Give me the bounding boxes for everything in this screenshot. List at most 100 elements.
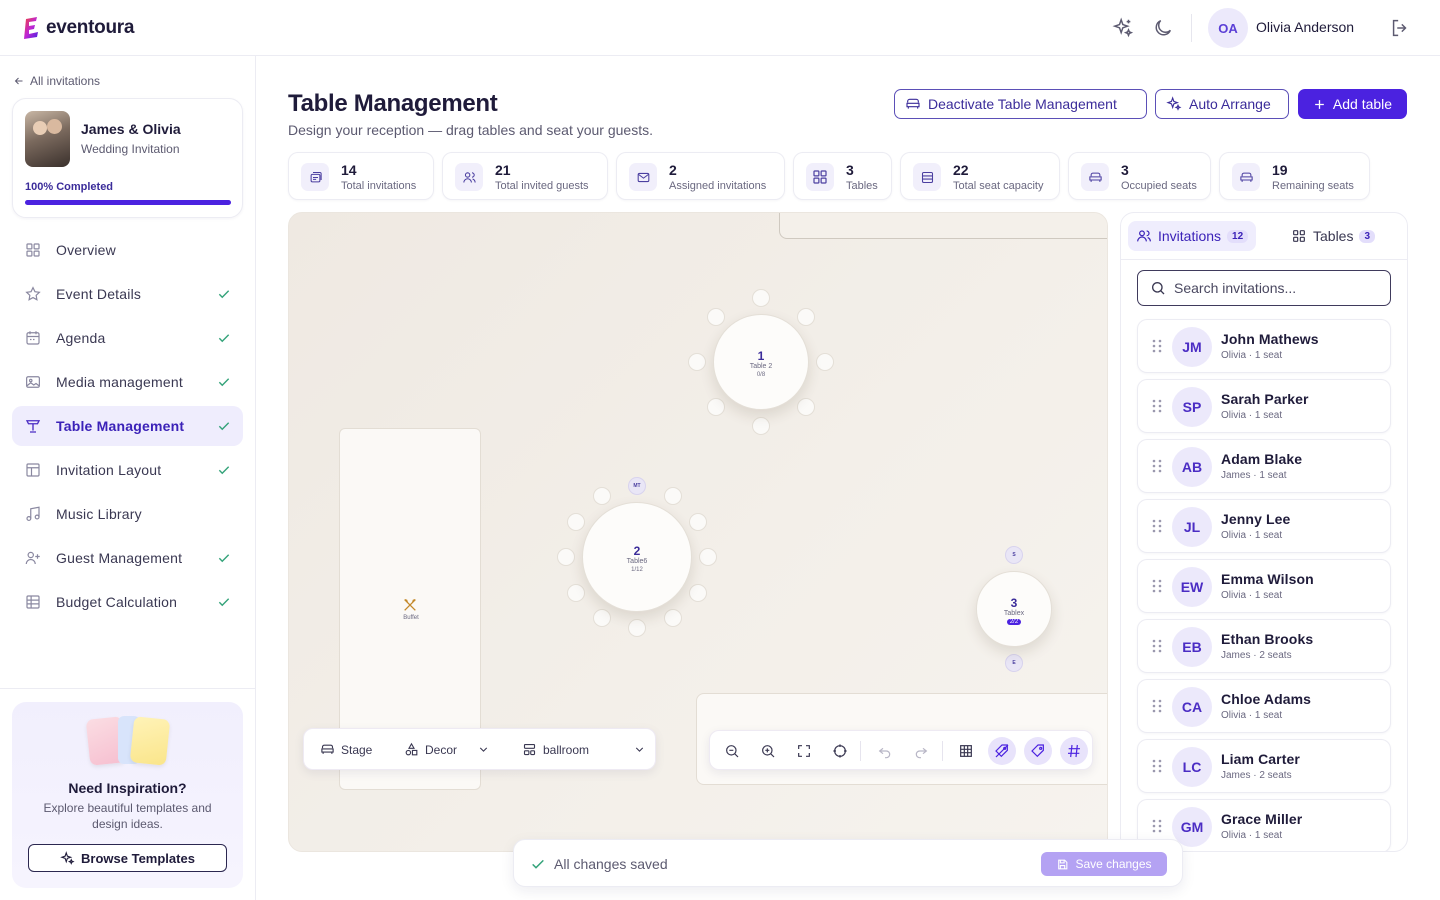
sidebar-item-overview[interactable]: Overview	[12, 230, 243, 270]
avatar[interactable]: OA	[1208, 8, 1248, 48]
sidebar-item-guest-management[interactable]: Guest Management	[12, 538, 243, 578]
seat[interactable]	[752, 289, 770, 307]
seat[interactable]	[557, 548, 575, 566]
seat[interactable]: MT	[628, 477, 646, 495]
seat[interactable]	[663, 486, 682, 505]
search-box[interactable]	[1137, 270, 1391, 306]
venue-select[interactable]: ballroom	[522, 742, 646, 757]
drag-handle-icon[interactable]	[1150, 818, 1164, 834]
chevron-down-icon[interactable]	[477, 743, 490, 756]
tab-invitations[interactable]: Invitations 12	[1128, 221, 1257, 251]
stat-value: 2	[669, 162, 677, 178]
zoom-out-icon[interactable]	[718, 737, 746, 765]
seat[interactable]	[797, 398, 816, 417]
invitation-name: Sarah Parker	[1221, 391, 1309, 407]
tab-tables[interactable]: Tables 3	[1283, 221, 1383, 251]
save-icon	[1058, 859, 1068, 869]
undo-icon[interactable]	[871, 737, 899, 765]
stat-value: 14	[341, 162, 357, 178]
grid-icon[interactable]	[952, 737, 980, 765]
deactivate-table-management-button[interactable]: Deactivate Table Management	[894, 89, 1147, 119]
seat[interactable]	[689, 512, 708, 531]
auto-arrange-button[interactable]: Auto Arrange	[1155, 89, 1289, 119]
list-item[interactable]: JL Jenny Lee Olivia · 1 seat	[1137, 499, 1391, 553]
browse-templates-label: Browse Templates	[81, 850, 195, 866]
redo-icon[interactable]	[907, 737, 935, 765]
seat[interactable]	[816, 353, 834, 371]
sidebar-item-media-management[interactable]: Media management	[12, 362, 243, 402]
moon-icon[interactable]	[1152, 17, 1174, 39]
chevron-down-icon[interactable]	[633, 743, 646, 756]
drag-handle-icon[interactable]	[1150, 398, 1164, 414]
crosshair-icon[interactable]	[826, 737, 854, 765]
logout-icon[interactable]	[1389, 17, 1411, 39]
seat[interactable]: S	[1005, 546, 1023, 564]
logo[interactable]: eventoura	[22, 16, 134, 40]
seat[interactable]	[663, 609, 682, 628]
seat[interactable]	[797, 307, 816, 326]
sidebar-item-invitation-layout[interactable]: Invitation Layout	[12, 450, 243, 490]
floor-plan-canvas[interactable]: Buffet 1 Table 2 0/8 MT 2 Table6 1/12 S E 3 Tablex…	[288, 212, 1108, 852]
round-table[interactable]: 2 Table6 1/12	[582, 502, 692, 612]
sidebar-item-agenda[interactable]: Agenda	[12, 318, 243, 358]
stage-area[interactable]	[779, 213, 1107, 239]
seat[interactable]	[628, 619, 646, 637]
tag-off-icon[interactable]	[988, 737, 1016, 765]
round-table[interactable]: 3 Tablex 2/2	[976, 571, 1052, 647]
list-item[interactable]: CA Chloe Adams Olivia · 1 seat	[1137, 679, 1391, 733]
search-input[interactable]	[1174, 280, 1374, 296]
drag-handle-icon[interactable]	[1150, 698, 1164, 714]
round-table[interactable]: 1 Table 2 0/8	[713, 314, 809, 410]
drag-handle-icon[interactable]	[1150, 578, 1164, 594]
seat[interactable]	[566, 512, 585, 531]
seat[interactable]	[752, 417, 770, 435]
list-item[interactable]: JM John Mathews Olivia · 1 seat	[1137, 319, 1391, 373]
seat[interactable]	[688, 353, 706, 371]
seat[interactable]	[566, 583, 585, 602]
seat[interactable]: E	[1005, 654, 1023, 672]
list-item[interactable]: EB Ethan Brooks James · 2 seats	[1137, 619, 1391, 673]
event-card[interactable]: James & Olivia Wedding Invitation 100% C…	[12, 98, 243, 218]
seat[interactable]	[706, 398, 725, 417]
drag-handle-icon[interactable]	[1150, 758, 1164, 774]
stat-label: Total seat capacity	[953, 180, 1044, 192]
seat[interactable]	[706, 307, 725, 326]
seat[interactable]	[592, 609, 611, 628]
list-item[interactable]: LC Liam Carter James · 2 seats	[1137, 739, 1391, 793]
drag-handle-icon[interactable]	[1150, 518, 1164, 534]
zoom-in-icon[interactable]	[754, 737, 782, 765]
browse-templates-button[interactable]: Browse Templates	[28, 844, 227, 872]
hash-icon[interactable]	[1060, 737, 1088, 765]
progress-bar	[25, 200, 231, 205]
drag-handle-icon[interactable]	[1150, 458, 1164, 474]
decor-tool[interactable]: Decor	[404, 742, 490, 757]
list-item[interactable]: AB Adam Blake James · 1 seat	[1137, 439, 1391, 493]
user-name[interactable]: Olivia Anderson	[1256, 19, 1354, 35]
add-table-button[interactable]: Add table	[1298, 89, 1407, 119]
save-changes-button[interactable]: Save changes	[1041, 852, 1167, 876]
drag-handle-icon[interactable]	[1150, 638, 1164, 654]
count-badge: 12	[1227, 229, 1249, 243]
tag-icon[interactable]	[1024, 737, 1052, 765]
users-icon	[1137, 230, 1151, 242]
sidebar-item-music-library[interactable]: Music Library	[12, 494, 243, 534]
inspiration-title: Need Inspiration?	[68, 780, 187, 796]
stat-label: Occupied seats	[1121, 180, 1197, 192]
fullscreen-icon[interactable]	[790, 737, 818, 765]
seat[interactable]	[689, 583, 708, 602]
list-item[interactable]: EW Emma Wilson Olivia · 1 seat	[1137, 559, 1391, 613]
guest-panel: Invitations 12 Tables 3 JM John Mathews Ol…	[1120, 212, 1408, 852]
sidebar-item-table-management[interactable]: Table Management	[12, 406, 243, 446]
save-bar: All changes saved Save changes	[513, 839, 1183, 887]
list-item[interactable]: SP Sarah Parker Olivia · 1 seat	[1137, 379, 1391, 433]
drag-handle-icon[interactable]	[1150, 338, 1164, 354]
sidebar-item-budget-calculation[interactable]: Budget Calculation	[12, 582, 243, 622]
stat-card: 22 Total seat capacity	[900, 152, 1060, 200]
users-icon	[455, 163, 483, 191]
seat[interactable]	[699, 548, 717, 566]
stage-tool[interactable]: Stage	[320, 742, 372, 757]
seat[interactable]	[592, 486, 611, 505]
sparkles-icon[interactable]	[1112, 17, 1134, 39]
back-link[interactable]: All invitations	[13, 74, 100, 88]
sidebar-item-event-details[interactable]: Event Details	[12, 274, 243, 314]
